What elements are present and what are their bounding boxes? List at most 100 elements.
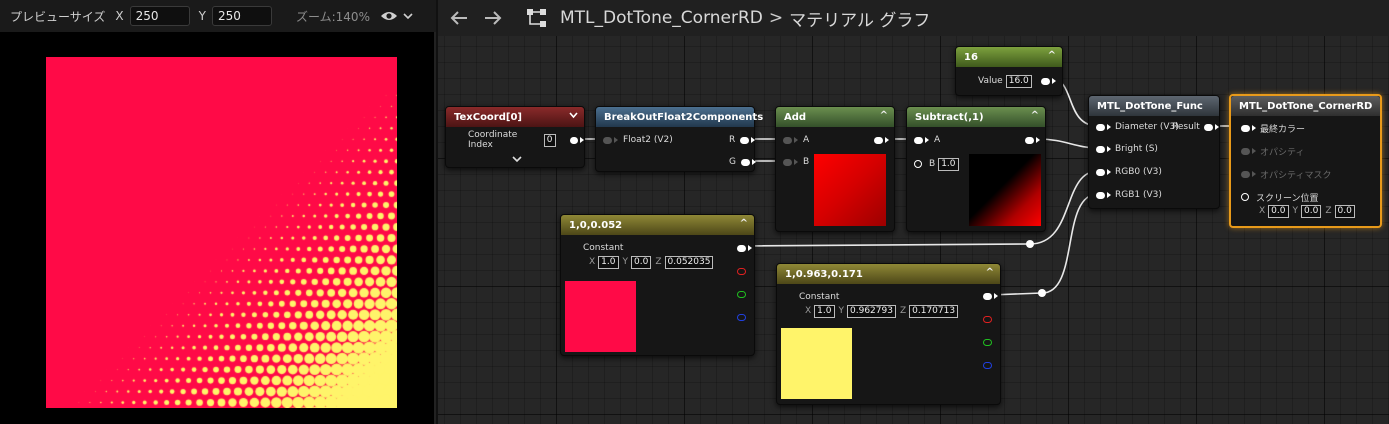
constant-yellow-label: Constant — [799, 292, 840, 302]
dottone-result-pin[interactable] — [1203, 123, 1213, 131]
result-opacity-mask-arrow — [1252, 171, 1256, 177]
add-output-arrow — [885, 137, 889, 143]
breakout-r-pin[interactable] — [740, 136, 750, 144]
constant-yellow-swatch — [781, 328, 852, 399]
add-b-pin[interactable] — [783, 158, 792, 166]
constant-yellow-z-label: Z — [899, 306, 907, 316]
chevron-down-icon[interactable] — [512, 155, 522, 166]
result-screen-pos-pin[interactable] — [1241, 193, 1249, 201]
constant-yellow-z-input[interactable]: 0.170713 — [909, 304, 959, 318]
texcoord-output-pin[interactable] — [569, 136, 578, 144]
material-preview-image[interactable] — [46, 57, 397, 408]
constant-red-label-row: Constant — [583, 241, 623, 255]
arrow-right-icon[interactable] — [480, 5, 506, 31]
node-result-header[interactable]: MTL_DotTone_CornerRD — [1231, 96, 1380, 116]
result-final-color-pin[interactable] — [1241, 124, 1250, 132]
node-constant-red-header[interactable]: 1,0,0.052 ^ — [561, 215, 754, 235]
dottone-rgb0-pin[interactable] — [1096, 168, 1105, 176]
constant-red-g-pin[interactable] — [737, 290, 746, 298]
node-add[interactable]: Add ^ A B — [775, 106, 895, 232]
result-x-input[interactable]: 0.0 — [1268, 204, 1289, 218]
breadcrumb-graph[interactable]: マテリアル グラフ — [789, 6, 930, 31]
dottone-bright-pin[interactable] — [1096, 145, 1105, 153]
constant-yellow-b-pin[interactable] — [983, 361, 992, 369]
node-subtract[interactable]: Subtract(,1) ^ A B 1.0 — [906, 106, 1046, 232]
node-dottone-func-header[interactable]: MTL_DotTone_Func — [1089, 96, 1219, 116]
constant-yellow-y-input[interactable]: 0.962793 — [847, 304, 896, 318]
node-constant-red[interactable]: 1,0,0.052 ^ Constant X 1.0 Y 0.0 Z 0.052… — [560, 214, 755, 356]
preview-x-input[interactable] — [129, 6, 190, 26]
node-scalar-16[interactable]: 16 ^ Value 16.0 — [955, 46, 1063, 96]
scalar-16-value-row: Value 16.0 — [978, 74, 1056, 88]
result-opacity-row: オパシティ — [1241, 144, 1304, 158]
node-texcoord-title: TexCoord[0] — [454, 111, 522, 123]
breakout-r-arrow — [751, 137, 756, 143]
eye-icon[interactable] — [380, 10, 398, 22]
node-dottone-func-title: MTL_DotTone_Func — [1097, 100, 1203, 112]
subtract-a-pin[interactable] — [914, 136, 923, 144]
result-opacity-label: オパシティ — [1260, 147, 1305, 158]
dottone-rgb1-pin[interactable] — [1096, 191, 1105, 199]
constant-red-x-input[interactable]: 1.0 — [598, 255, 619, 269]
constant-red-g-out — [737, 287, 746, 301]
result-opacity-mask-pin[interactable] — [1241, 170, 1250, 178]
dottone-rgb0-label: RGB0 (V3) — [1115, 167, 1162, 177]
node-constant-yellow-header[interactable]: 1,0.963,0.171 ^ — [777, 264, 1000, 284]
scalar-16-value-input[interactable]: 16.0 — [1005, 74, 1032, 88]
result-y-input[interactable]: 0.0 — [1301, 204, 1322, 218]
chevron-up-icon[interactable]: ^ — [740, 218, 748, 229]
add-output-pin[interactable] — [874, 136, 883, 144]
constant-red-y-input[interactable]: 0.0 — [631, 255, 652, 269]
chevron-up-icon[interactable]: ^ — [1048, 50, 1056, 61]
scalar-16-output-pin[interactable] — [1040, 77, 1050, 85]
node-result[interactable]: MTL_DotTone_CornerRD 最終カラー オパシティ オパシティマス… — [1229, 94, 1382, 228]
subtract-b-pin[interactable] — [914, 160, 922, 168]
constant-yellow-g-out — [983, 335, 992, 349]
chevron-up-icon[interactable]: ^ — [1031, 110, 1039, 121]
breakout-input-pin[interactable] — [603, 136, 612, 144]
add-a-pin[interactable] — [783, 136, 792, 144]
texcoord-index-label: Coordinate Index — [468, 130, 518, 150]
node-scalar-16-header[interactable]: 16 ^ — [956, 47, 1062, 67]
preview-x-label: X — [115, 9, 124, 23]
constant-yellow-rgb-pin[interactable] — [983, 292, 992, 300]
node-texcoord[interactable]: TexCoord[0] Coordinate Index 0 — [445, 106, 585, 168]
node-texcoord-header[interactable]: TexCoord[0] — [446, 107, 584, 127]
node-constant-yellow[interactable]: 1,0.963,0.171 ^ Constant X 1.0 Y 0.96279… — [776, 263, 1001, 405]
node-breakout-header[interactable]: BreakOutFloat2Components — [596, 107, 763, 127]
node-breakout-title: BreakOutFloat2Components — [604, 111, 764, 123]
constant-red-rgb-pin[interactable] — [737, 244, 746, 252]
node-breakout[interactable]: BreakOutFloat2Components Float2 (V2) R G — [595, 106, 763, 172]
node-dottone-func[interactable]: MTL_DotTone_Func Diameter (V3) Result Br… — [1088, 95, 1220, 209]
dottone-diameter-pin[interactable] — [1096, 123, 1105, 131]
chevron-down-icon[interactable] — [569, 111, 578, 122]
result-screen-pos-values: X 0.0 Y 0.0 Z 0.0 — [1255, 204, 1355, 218]
result-z-input[interactable]: 0.0 — [1334, 204, 1355, 218]
subtract-output-pin[interactable] — [1025, 136, 1034, 144]
constant-red-b-pin[interactable] — [737, 313, 746, 321]
breadcrumb-asset[interactable]: MTL_DotTone_CornerRD — [560, 8, 763, 28]
preview-y-input[interactable] — [211, 6, 272, 26]
subtract-a-label: A — [934, 135, 941, 145]
constant-yellow-rgb-arrow — [994, 293, 998, 299]
subtract-b-value[interactable]: 1.0 — [938, 157, 959, 171]
constant-yellow-r-pin[interactable] — [983, 315, 992, 323]
breakout-g-pin[interactable] — [740, 158, 750, 166]
chevron-up-icon[interactable]: ^ — [986, 267, 994, 278]
chevron-up-icon[interactable]: ^ — [880, 110, 888, 121]
constant-red-z-input[interactable]: 0.052035 — [664, 255, 714, 269]
result-x-label: X — [1259, 206, 1266, 216]
constant-red-r-pin[interactable] — [737, 267, 746, 275]
arrow-left-icon[interactable] — [446, 5, 472, 31]
dottone-diameter-label: Diameter (V3) — [1115, 122, 1179, 132]
node-subtract-header[interactable]: Subtract(,1) ^ — [907, 107, 1045, 127]
result-opacity-pin[interactable] — [1241, 147, 1250, 155]
constant-yellow-x-input[interactable]: 1.0 — [814, 304, 835, 318]
node-add-header[interactable]: Add ^ — [776, 107, 894, 127]
texcoord-index-value[interactable]: 0 — [543, 133, 556, 147]
constant-red-z-label: Z — [655, 257, 662, 267]
chevron-down-icon[interactable] — [403, 12, 413, 20]
constant-yellow-g-pin[interactable] — [983, 338, 992, 346]
constant-red-y-label: Y — [622, 257, 629, 267]
constant-yellow-values: X 1.0 Y 0.962793 Z 0.170713 — [801, 304, 959, 318]
